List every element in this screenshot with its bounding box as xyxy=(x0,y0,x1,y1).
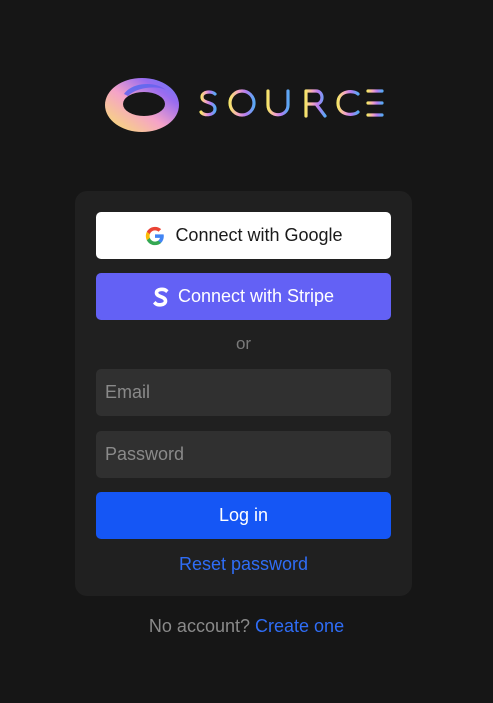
source-ring-logo-icon xyxy=(105,78,179,132)
google-icon xyxy=(144,225,166,247)
login-card: Connect with Google Connect with Stripe … xyxy=(75,191,412,596)
stripe-icon xyxy=(152,286,169,308)
password-field[interactable] xyxy=(96,431,391,478)
login-button[interactable]: Log in xyxy=(96,492,391,539)
no-account-text: No account? xyxy=(148,616,250,636)
reset-password-link[interactable]: Reset password xyxy=(75,554,412,575)
connect-stripe-label: Connect with Stripe xyxy=(177,286,335,306)
login-page: Connect with Google Connect with Stripe … xyxy=(0,0,493,703)
create-account-link[interactable]: Create one xyxy=(255,616,344,636)
or-divider: or xyxy=(235,334,252,353)
connect-google-button[interactable]: Connect with Google xyxy=(96,212,391,259)
connect-google-label: Connect with Google xyxy=(175,225,343,245)
signup-footer: No account? Create one xyxy=(0,616,493,637)
email-field[interactable] xyxy=(96,369,391,416)
connect-stripe-button[interactable]: Connect with Stripe xyxy=(96,273,391,320)
source-wordmark-graphic xyxy=(199,89,384,118)
brand-wordmark xyxy=(198,85,384,125)
brand-logo xyxy=(104,76,386,134)
